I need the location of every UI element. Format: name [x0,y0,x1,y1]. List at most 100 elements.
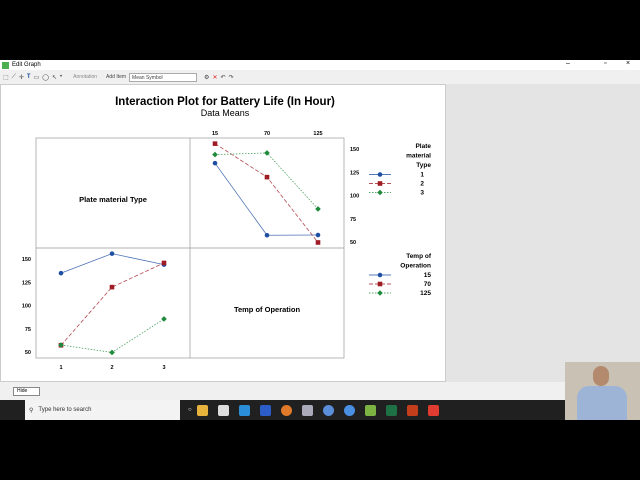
interaction-plot[interactable]: Interaction Plot for Battery Life (In Ho… [1,85,447,383]
add-item-menu[interactable]: Add Item [106,74,126,80]
legend-title: Type [416,162,431,169]
data-point [315,206,321,212]
webcam-overlay [565,362,640,420]
search-placeholder: Type here to search [38,407,92,413]
status-area: Hide [0,382,640,400]
minitab-icon[interactable] [364,404,376,416]
legend-entry: 2 [420,181,424,188]
powerpoint-icon[interactable] [406,404,418,416]
legend-title: Temp of [406,253,432,260]
cortana-icon[interactable]: ○ [188,407,192,413]
data-point [264,174,270,180]
item-select[interactable]: Mean Symbol [129,72,198,82]
y-tick-label: 75 [25,327,31,333]
search-icon: ⚲ [29,407,34,414]
legend-entry: 70 [424,281,432,288]
redo-icon[interactable]: ↷ [229,74,234,81]
text-icon[interactable]: T [27,74,31,80]
taskbar-search[interactable]: ⚲ Type here to search [25,400,180,420]
legend-entry: 15 [424,272,432,279]
line-icon[interactable]: ⟋ [12,74,16,81]
select-icon[interactable]: ⬚ [3,74,9,81]
keyboard-icon[interactable] [301,404,313,416]
edit-graph-window: Edit Graph – ▫ × ⬚ ⟋ ✛ T ▭ ◯ ↖ • Annotat… [0,60,640,400]
data-point [109,251,115,256]
delete-icon[interactable]: ✕ [212,74,217,81]
undo-icon[interactable]: ↶ [220,74,225,81]
crosshair-icon[interactable]: ✛ [19,74,24,81]
app-icon[interactable] [259,404,271,416]
arrow-icon[interactable]: ↖ [52,74,57,81]
x-tick-label: 70 [264,131,270,137]
legend-marker [377,290,383,296]
legend-marker [377,189,383,196]
series-line-70 [60,262,165,346]
file-explorer-icon[interactable] [196,404,208,416]
legend-title: material [406,153,431,160]
y-tick-label: 50 [350,240,356,246]
legend-marker [377,181,383,186]
app-icon[interactable] [343,404,355,416]
legend-entry: 125 [420,290,431,297]
series-line-1 [214,162,319,236]
store-icon[interactable] [217,404,229,416]
data-point [212,160,218,166]
graph-canvas[interactable]: Interaction Plot for Battery Life (In Ho… [0,84,446,382]
legend-entry: 1 [420,172,424,179]
toolbar: ⬚ ⟋ ✛ T ▭ ◯ ↖ • Annotation Add Item Mean… [0,70,640,84]
y-tick-label: 150 [22,257,31,263]
legend-title: Plate [415,143,431,150]
annotation-menu[interactable]: Annotation [73,74,97,80]
r-icon[interactable] [322,404,334,416]
series-line-3 [214,152,319,210]
x-tick-label: 2 [110,365,113,371]
minimize-button[interactable]: – [566,60,570,67]
legend-marker [377,272,383,278]
x-tick-label: 1 [59,365,62,371]
rectangle-icon[interactable]: ▭ [34,74,40,81]
y-tick-label: 125 [22,280,31,286]
maximize-button[interactable]: ▫ [604,60,606,67]
title-bar: Edit Graph – ▫ × [0,60,640,70]
firefox-icon[interactable] [280,404,292,416]
data-point [161,316,167,322]
chart-subtitle: Data Means [201,108,250,118]
taskbar: ⚲ Type here to search ○ [0,400,640,420]
excel-icon[interactable] [385,404,397,416]
marker-icon[interactable]: • [60,74,62,80]
y-tick-label: 50 [25,350,31,356]
app-icon[interactable] [427,404,439,416]
app-icon [2,61,9,69]
close-button[interactable]: × [626,60,630,67]
y-tick-label: 125 [350,170,359,176]
data-point [212,151,218,158]
data-point [161,260,167,266]
data-point [315,232,321,238]
window-title: Edit Graph [12,62,41,68]
properties-icon[interactable]: ⚙ [204,74,209,81]
series-line-2 [214,143,319,243]
data-point [109,349,115,356]
data-point [315,240,321,245]
y-tick-label: 75 [350,217,356,223]
panel-label-temp: Temp of Operation [234,305,301,314]
legend-title: Operation [400,263,431,270]
y-tick-label: 150 [350,147,359,153]
panel-label-material: Plate material Type [79,195,147,204]
x-tick-label: 3 [162,365,165,371]
data-point [212,141,218,146]
ellipse-icon[interactable]: ◯ [42,74,49,81]
x-tick-label: 125 [313,131,322,137]
x-tick-label: 15 [212,131,218,137]
legend-marker [377,281,383,287]
legend-entry: 3 [420,190,424,197]
y-tick-label: 100 [350,194,359,200]
y-tick-label: 100 [22,304,31,310]
hide-button[interactable]: Hide [13,387,40,396]
series-line-125 [60,318,165,353]
data-point [109,284,115,290]
chart-title: Interaction Plot for Battery Life (In Ho… [115,96,335,108]
workspace-background [446,84,640,382]
data-point [58,270,64,276]
mail-icon[interactable] [238,404,250,416]
